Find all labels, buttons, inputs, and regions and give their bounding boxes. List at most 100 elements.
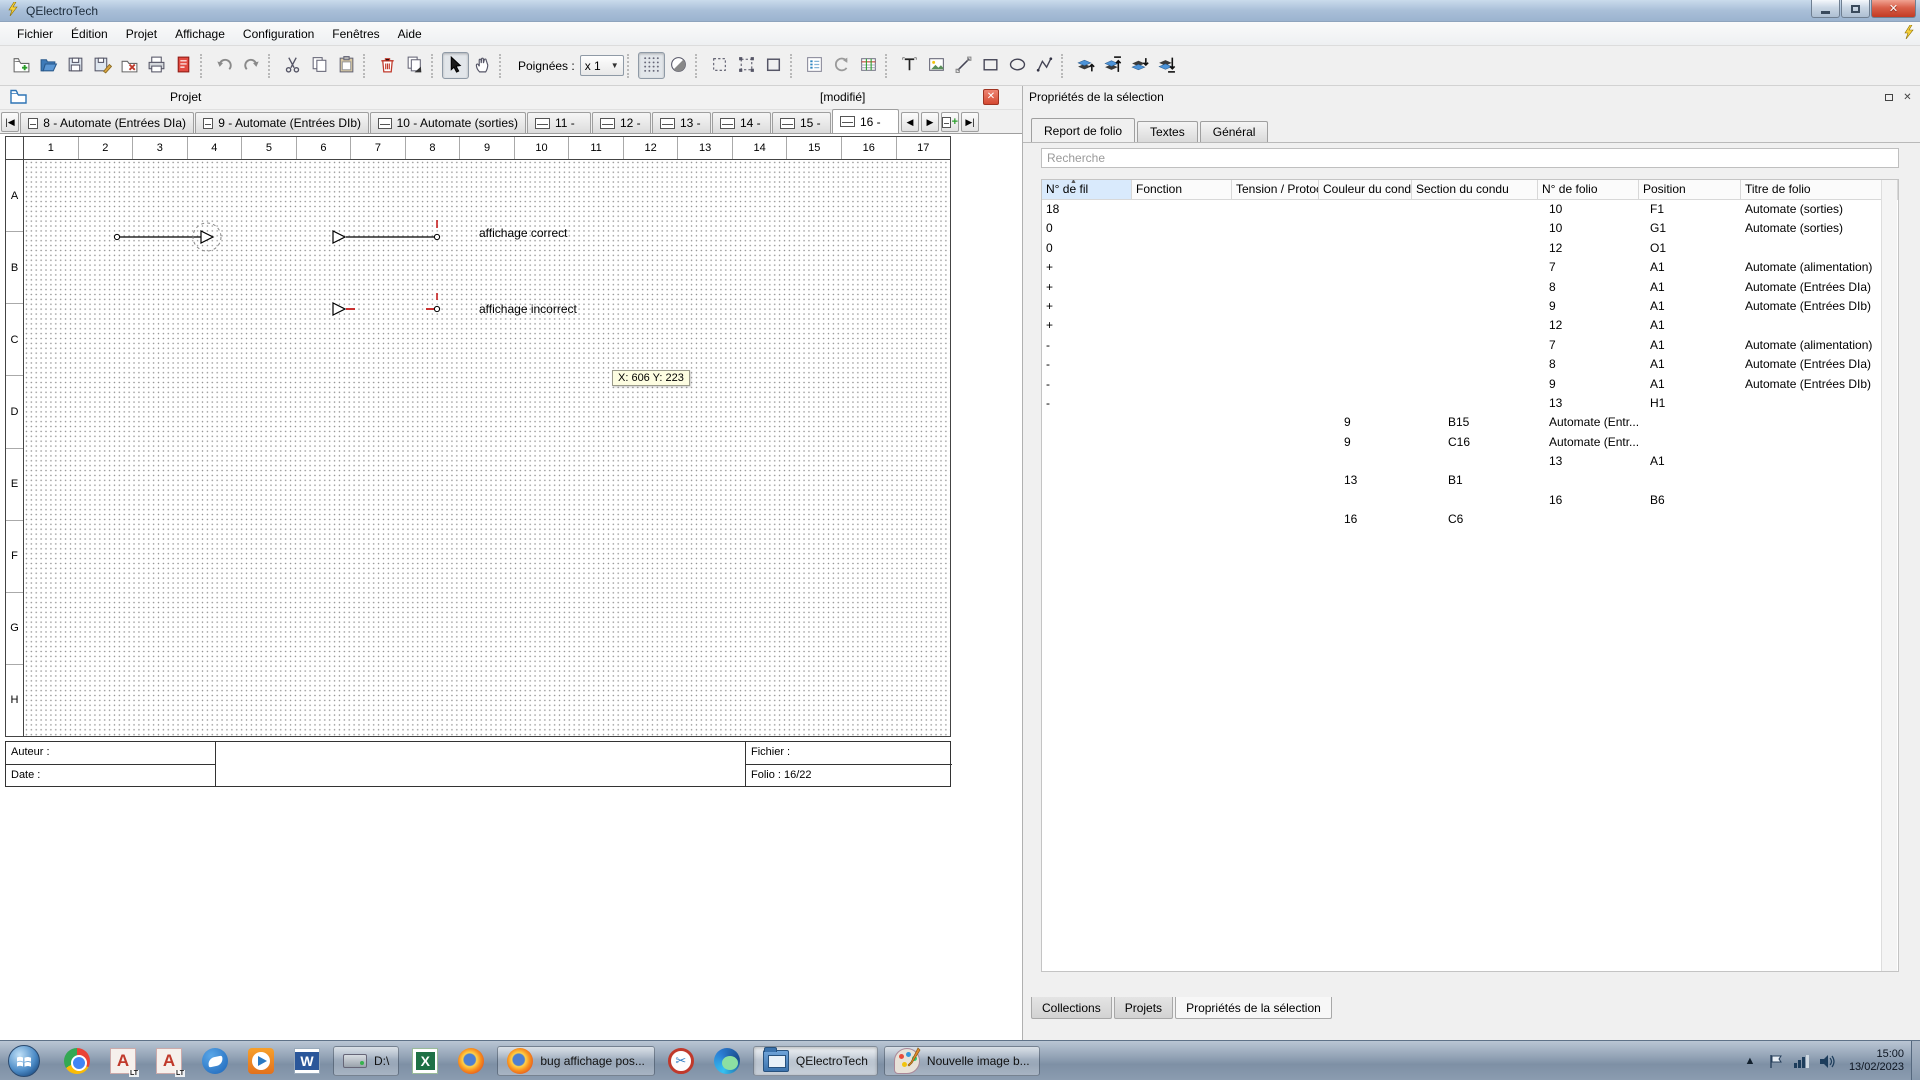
lower-bottom-button[interactable] [1153,52,1180,79]
table-row[interactable]: 9C16Automate (Entr... [1042,433,1898,452]
column-header[interactable]: N° de folio [1538,180,1639,199]
insert-table-button[interactable] [855,52,882,79]
raise-top-button[interactable] [1099,52,1126,79]
table-row[interactable]: -13H1 [1042,394,1898,413]
add-text-button[interactable] [896,52,923,79]
dock-tab-proprie-te-s-de-la-se-lection[interactable]: Propriétés de la sélection [1175,997,1332,1019]
action-center-icon[interactable] [1767,1052,1785,1070]
select-tool-button[interactable] [442,52,469,79]
table-scrollbar[interactable] [1881,180,1897,971]
export-pdf-button[interactable] [170,52,197,79]
taskbar-window-qelectrotech[interactable]: QElectroTech [753,1046,878,1076]
table-row[interactable]: +8A1Automate (Entrées DIa) [1042,278,1898,297]
taskbar-window-bug-affichage-pos[interactable]: bug affichage pos... [497,1046,655,1076]
lower-button[interactable] [1126,52,1153,79]
taskbar-app-thunderbird[interactable] [198,1044,232,1078]
add-rectangle-button[interactable] [977,52,1004,79]
add-polyline-button[interactable] [1031,52,1058,79]
table-row[interactable]: 012O1 [1042,239,1898,258]
taskbar-app-chrome[interactable] [60,1044,94,1078]
start-button[interactable] [8,1045,40,1077]
menu-fichier[interactable]: Fichier [8,24,62,44]
table-row[interactable]: -7A1Automate (alimentation) [1042,336,1898,355]
menu-affichage[interactable]: Affichage [166,24,234,44]
project-close-button[interactable]: ✕ [983,89,999,105]
taskbar-app-firefox[interactable] [454,1044,488,1078]
table-row[interactable]: -8A1Automate (Entrées DIa) [1042,355,1898,374]
add-image-button[interactable] [923,52,950,79]
table-row[interactable]: 1810F1Automate (sorties) [1042,200,1898,219]
new-project-button[interactable] [8,52,35,79]
folio-tab-15[interactable]: 15 - [772,112,831,133]
taskbar-app-word[interactable]: W [290,1044,324,1078]
menu-projet[interactable]: Projet [117,24,166,44]
taskbar-app-media-player[interactable] [244,1044,278,1078]
raise-button[interactable] [1072,52,1099,79]
add-line-button[interactable] [950,52,977,79]
save-button[interactable] [62,52,89,79]
conductor-list-button[interactable] [801,52,828,79]
add-ellipse-button[interactable] [1004,52,1031,79]
grid-toggle-button[interactable] [638,52,665,79]
paste-special-button[interactable] [401,52,428,79]
column-header[interactable]: Couleur du condu [1319,180,1412,199]
panel-tab-ge-ne-ral[interactable]: Général [1200,121,1269,142]
column-header[interactable]: Position [1639,180,1741,199]
taskbar-app-edge[interactable] [710,1044,744,1078]
folio-tab-8[interactable]: 8 - Automate (Entrées DIa) [20,112,194,133]
cut-button[interactable] [279,52,306,79]
panel-float-button[interactable] [1880,90,1897,105]
tab-scroll-first-button[interactable]: |◀ [1,112,19,132]
taskbar-window-d[interactable]: D:\ [333,1046,399,1076]
table-row[interactable]: 16C6 [1042,510,1898,529]
print-button[interactable] [143,52,170,79]
dock-tab-collections[interactable]: Collections [1031,997,1112,1019]
folio-tab-12[interactable]: 12 - [592,112,651,133]
open-project-button[interactable] [35,52,62,79]
taskbar-app-excel[interactable]: X [408,1044,442,1078]
dock-tab-projets[interactable]: Projets [1114,997,1173,1019]
selection-area-button[interactable] [706,52,733,79]
menu-edition[interactable]: Édition [62,24,117,44]
redo-button[interactable] [238,52,265,79]
copy-button[interactable] [306,52,333,79]
column-header[interactable]: Tension / Protoco [1232,180,1319,199]
folio-size-button[interactable] [760,52,787,79]
grid-canvas[interactable]: affichage correct affichage incorrect X:… [24,160,951,737]
tab-next-button[interactable]: ▶ [921,112,939,132]
table-row[interactable]: 9B15Automate (Entr... [1042,413,1898,432]
folio-tab-9[interactable]: 9 - Automate (Entrées DIb) [195,112,369,133]
table-row[interactable]: +9A1Automate (Entrées DIb) [1042,297,1898,316]
search-input[interactable]: Recherche [1041,148,1899,168]
taskbar-window-nouvelle-image-b[interactable]: Nouvelle image b... [884,1046,1040,1076]
show-desktop-button[interactable] [1911,1041,1920,1080]
selection-handles-button[interactable] [733,52,760,79]
paste-button[interactable] [333,52,360,79]
undo-button[interactable] [211,52,238,79]
clock[interactable]: 15:00 13/02/2023 [1849,1048,1904,1074]
folio-tab-14[interactable]: 14 - [712,112,771,133]
folio-tab-10[interactable]: 10 - Automate (sorties) [370,112,526,133]
folio-report-table[interactable]: ▲N° de filFonctionTension / ProtocoCoule… [1041,179,1899,972]
column-header[interactable]: Titre de folio [1741,180,1898,199]
network-icon[interactable] [1793,1052,1811,1070]
contrast-toggle-button[interactable] [665,52,692,79]
menu-configuration[interactable]: Configuration [234,24,323,44]
table-row[interactable]: 13B1 [1042,471,1898,490]
taskbar-app-snipping[interactable]: ✂ [664,1044,698,1078]
folio-tab-16[interactable]: 16 - [832,109,899,133]
panel-close-button[interactable]: ✕ [1899,90,1916,105]
tab-scroll-last-button[interactable]: ▶| [961,112,979,132]
table-row[interactable]: +7A1Automate (alimentation) [1042,258,1898,277]
folio-tab-13[interactable]: 13 - [652,112,711,133]
close-button[interactable]: ✕ [1871,0,1916,18]
handles-scale-select[interactable]: x 1▼ [580,55,624,76]
table-row[interactable]: +12A1 [1042,316,1898,335]
taskbar-app-autocad[interactable]: ALT [152,1044,186,1078]
table-row[interactable]: 16B6 [1042,491,1898,510]
panel-tab-report-de-folio[interactable]: Report de folio [1031,118,1135,142]
close-project-button[interactable] [116,52,143,79]
maximize-button[interactable] [1841,0,1870,18]
rotate-texts-button[interactable] [828,52,855,79]
column-header[interactable]: Fonction [1132,180,1232,199]
